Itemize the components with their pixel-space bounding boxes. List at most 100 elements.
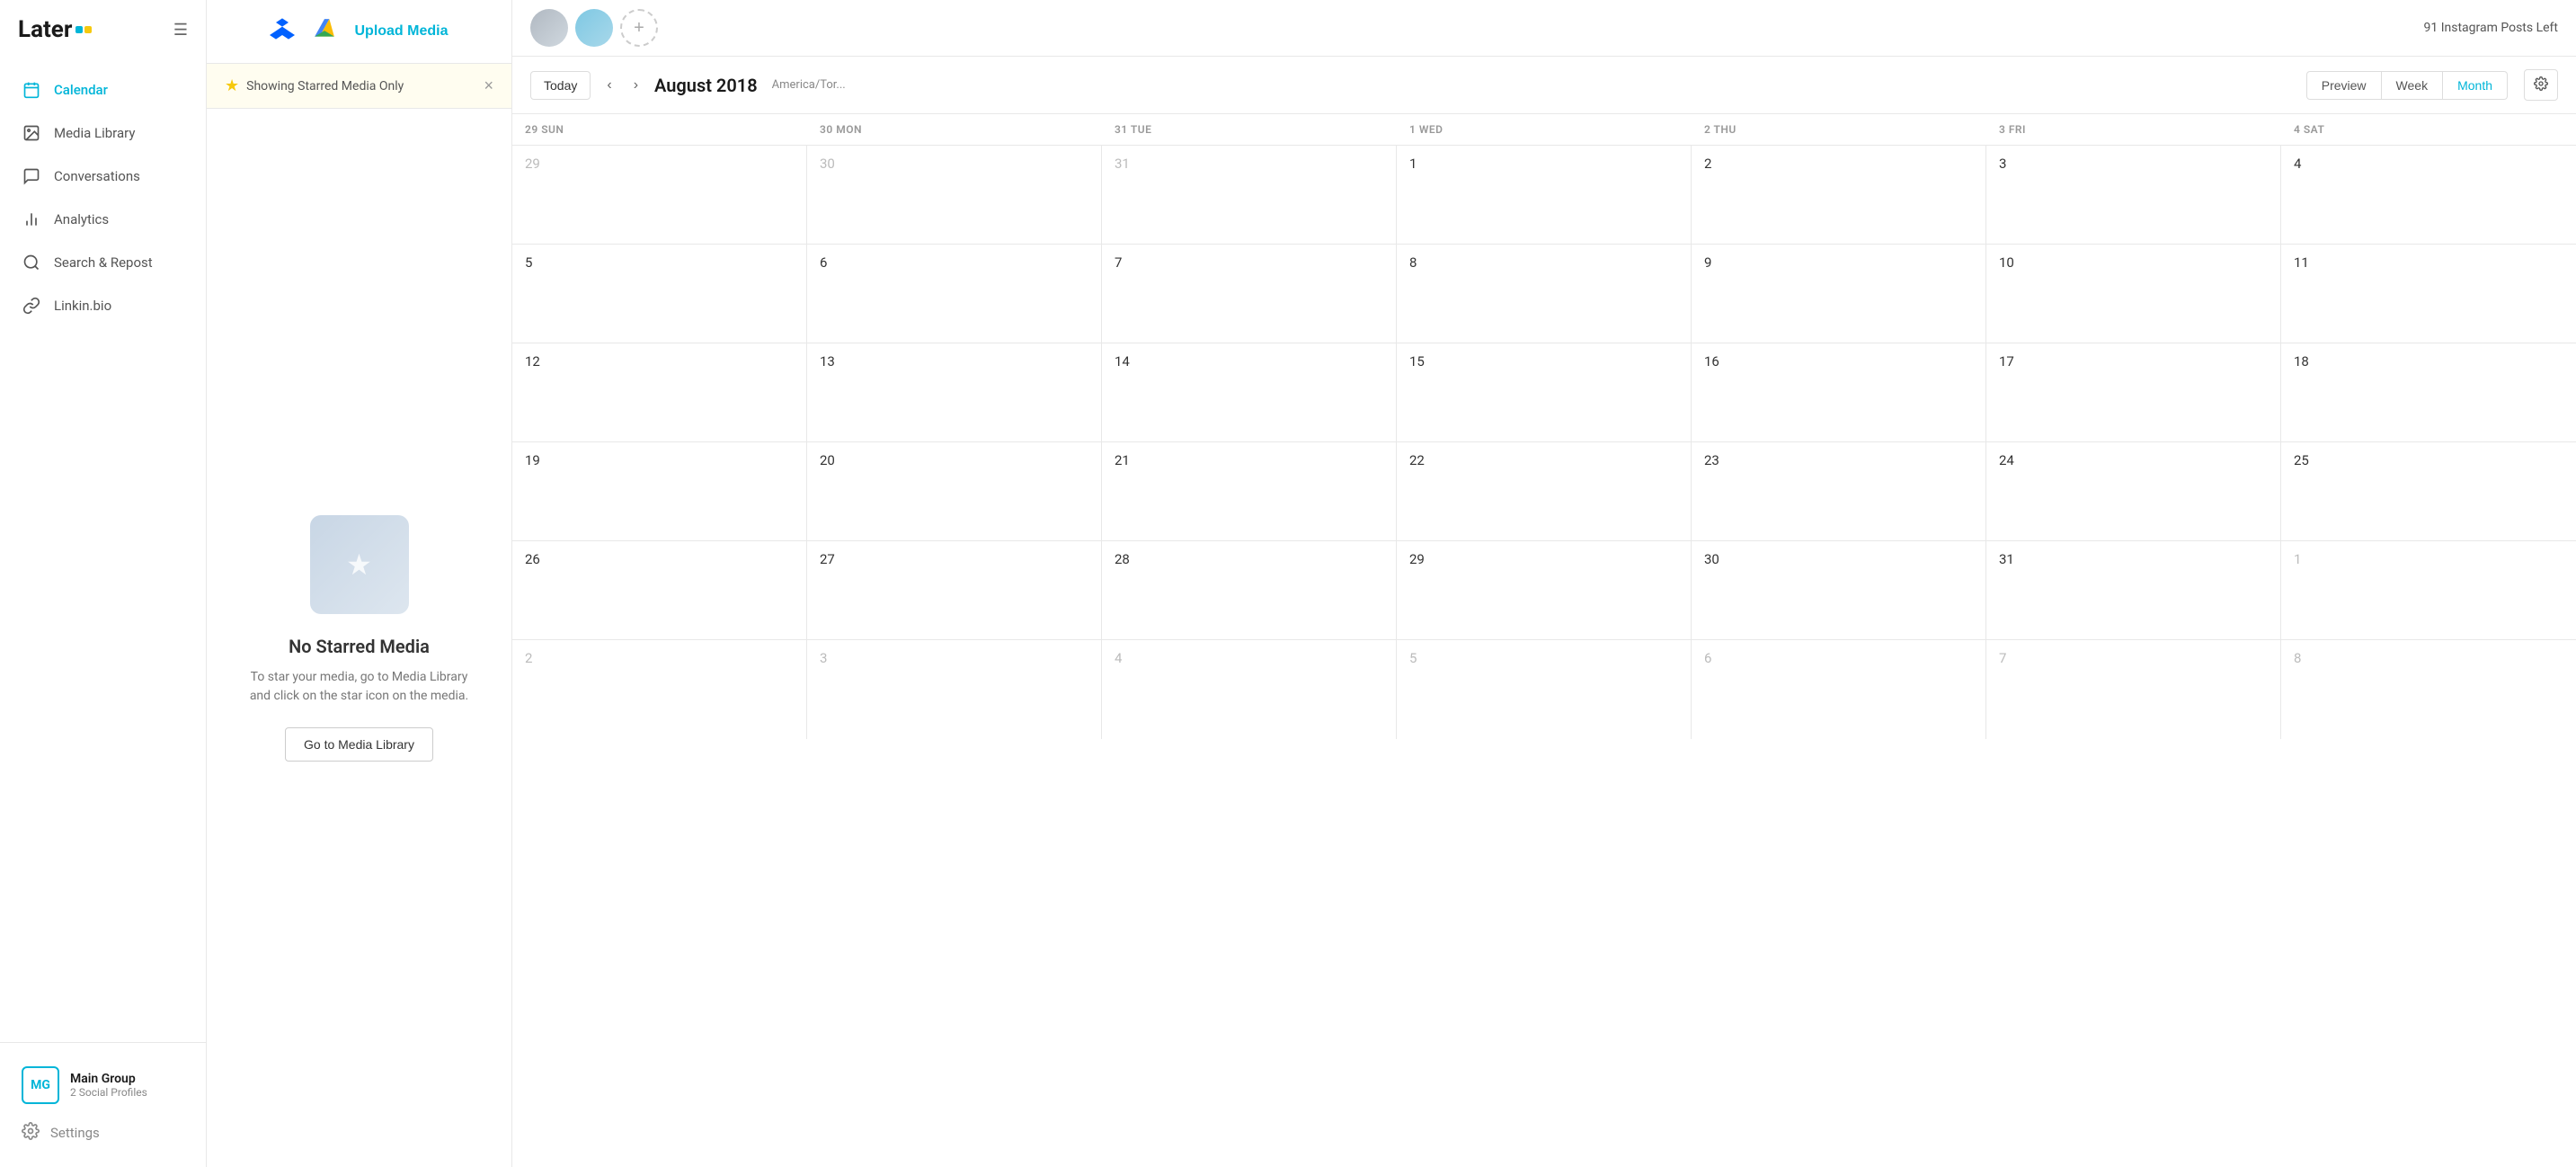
day-number: 10 (1999, 254, 2014, 271)
day-number: 3 (820, 650, 827, 666)
hamburger-icon[interactable]: ☰ (173, 21, 188, 40)
day-cell[interactable]: 27 (807, 541, 1102, 639)
day-number: 8 (1409, 254, 1417, 271)
week-row-1: 5678 9 10 11 (512, 245, 2576, 343)
day-number: 5 (1409, 650, 1417, 666)
media-header: Upload Media (207, 0, 511, 64)
sidebar-item-calendar[interactable]: Calendar (0, 68, 206, 111)
linkin-bio-icon (22, 296, 41, 316)
day-cell[interactable]: 30 (807, 146, 1102, 244)
day-cell[interactable]: 20 (807, 442, 1102, 540)
day-cell[interactable]: 17 (1986, 343, 2281, 441)
day-number: 29 (1409, 551, 1425, 567)
week-view-button[interactable]: Week (2382, 71, 2444, 100)
group-name: Main Group (70, 1072, 147, 1086)
close-starred-filter-button[interactable]: × (484, 76, 493, 95)
profile-thumb-1[interactable] (530, 9, 568, 47)
day-cell[interactable]: 3 (1986, 146, 2281, 244)
day-cell[interactable]: 28 (1102, 541, 1397, 639)
preview-view-button[interactable]: Preview (2306, 71, 2382, 100)
day-cell[interactable]: 26 (512, 541, 807, 639)
calendar-weeks: 2930311234567891011121314151617181920212… (512, 146, 2576, 739)
sidebar-item-media-library[interactable]: Media Library (0, 111, 206, 155)
day-cell[interactable]: 5 (1397, 640, 1692, 739)
posts-left-label: 91 Instagram Posts Left (2423, 21, 2558, 35)
conversations-icon (22, 166, 41, 186)
day-number: 3 (1999, 156, 2006, 172)
day-cell[interactable]: 11 (2281, 245, 2576, 343)
day-cell[interactable]: 15 (1397, 343, 1692, 441)
day-cell[interactable]: 8 (2281, 640, 2576, 739)
sidebar-item-analytics[interactable]: Analytics (0, 198, 206, 241)
dropbox-icon[interactable] (270, 16, 295, 47)
day-cell[interactable]: 14 (1102, 343, 1397, 441)
prev-month-button[interactable]: ‹ (601, 74, 617, 97)
day-cell[interactable]: 22 (1397, 442, 1692, 540)
add-profile-button[interactable]: + (620, 9, 658, 47)
day-cell[interactable]: 2 (512, 640, 807, 739)
day-cell[interactable]: 3 (807, 640, 1102, 739)
day-cell[interactable]: 29 (1397, 541, 1692, 639)
day-headers: 29 SUN 30 MON 31 TUE 1 WED 2 THU 3 FRI 4… (512, 114, 2576, 146)
day-cell[interactable]: 24 (1986, 442, 2281, 540)
settings-icon (22, 1122, 40, 1144)
google-drive-icon[interactable] (313, 17, 336, 46)
day-cell[interactable]: 10 (1986, 245, 2281, 343)
upload-label: Upload Media (354, 23, 448, 40)
day-number: 27 (820, 551, 835, 567)
day-cell[interactable]: 7 (1986, 640, 2281, 739)
day-cell[interactable]: 16 (1692, 343, 1986, 441)
day-cell[interactable]: 1 (2281, 541, 2576, 639)
day-number: 4 (2294, 156, 2301, 172)
day-number: 8 (2294, 650, 2301, 666)
next-month-button[interactable]: › (628, 74, 644, 97)
day-cell[interactable]: 29 (512, 146, 807, 244)
settings-nav-item[interactable]: Settings (18, 1113, 188, 1153)
sidebar-item-search-repost[interactable]: Search & Repost (0, 241, 206, 284)
day-cell[interactable]: 6 (807, 245, 1102, 343)
day-cell[interactable]: 6 (1692, 640, 1986, 739)
day-cell[interactable]: 21 (1102, 442, 1397, 540)
calendar-icon (22, 80, 41, 100)
logo-letter: Later (18, 16, 72, 43)
day-cell[interactable]: 30 (1692, 541, 1986, 639)
calendar-nav-bar: Today ‹ › August 2018 America/Tor... Pre… (512, 57, 2576, 114)
day-cell[interactable]: 7 (1102, 245, 1397, 343)
go-to-media-library-button[interactable]: Go to Media Library (285, 727, 433, 762)
day-cell[interactable]: 1 (1397, 146, 1692, 244)
media-empty-state: No Starred Media To star your media, go … (207, 109, 511, 1167)
logo-dots (76, 26, 92, 33)
sidebar-item-label: Search & Repost (54, 254, 153, 271)
day-cell[interactable]: 2 (1692, 146, 1986, 244)
day-cell[interactable]: 31 (1102, 146, 1397, 244)
month-view-button[interactable]: Month (2443, 71, 2508, 100)
day-cell[interactable]: 25 (2281, 442, 2576, 540)
day-cell[interactable]: 8 (1397, 245, 1692, 343)
profile-thumb-2[interactable] (575, 9, 613, 47)
group-switcher[interactable]: MG Main Group 2 Social Profiles (18, 1057, 188, 1113)
calendar-settings-button[interactable] (2524, 69, 2558, 101)
day-cell[interactable]: 9 (1692, 245, 1986, 343)
day-cell[interactable]: 4 (2281, 146, 2576, 244)
day-header-tue: 31 TUE (1102, 114, 1397, 145)
empty-title: No Starred Media (289, 636, 430, 657)
day-number: 29 (525, 156, 540, 172)
day-cell[interactable]: 13 (807, 343, 1102, 441)
sidebar-item-linkin-bio[interactable]: Linkin.bio (0, 284, 206, 327)
day-cell[interactable]: 12 (512, 343, 807, 441)
calendar-panel: + 91 Instagram Posts Left Today ‹ › Augu… (512, 0, 2576, 1167)
sidebar-item-label: Media Library (54, 125, 135, 141)
sidebar-item-conversations[interactable]: Conversations (0, 155, 206, 198)
day-cell[interactable]: 4 (1102, 640, 1397, 739)
day-cell[interactable]: 31 (1986, 541, 2281, 639)
today-button[interactable]: Today (530, 71, 591, 100)
upload-media-button[interactable]: Upload Media (354, 23, 448, 40)
day-cell[interactable]: 18 (2281, 343, 2576, 441)
day-header-sun: 29 SUN (512, 114, 807, 145)
day-number: 20 (820, 452, 835, 468)
day-cell[interactable]: 23 (1692, 442, 1986, 540)
day-cell[interactable]: 19 (512, 442, 807, 540)
day-cell[interactable]: 5 (512, 245, 807, 343)
day-number: 21 (1115, 452, 1130, 468)
media-panel: Upload Media ★ Showing Starred Media Onl… (207, 0, 512, 1167)
